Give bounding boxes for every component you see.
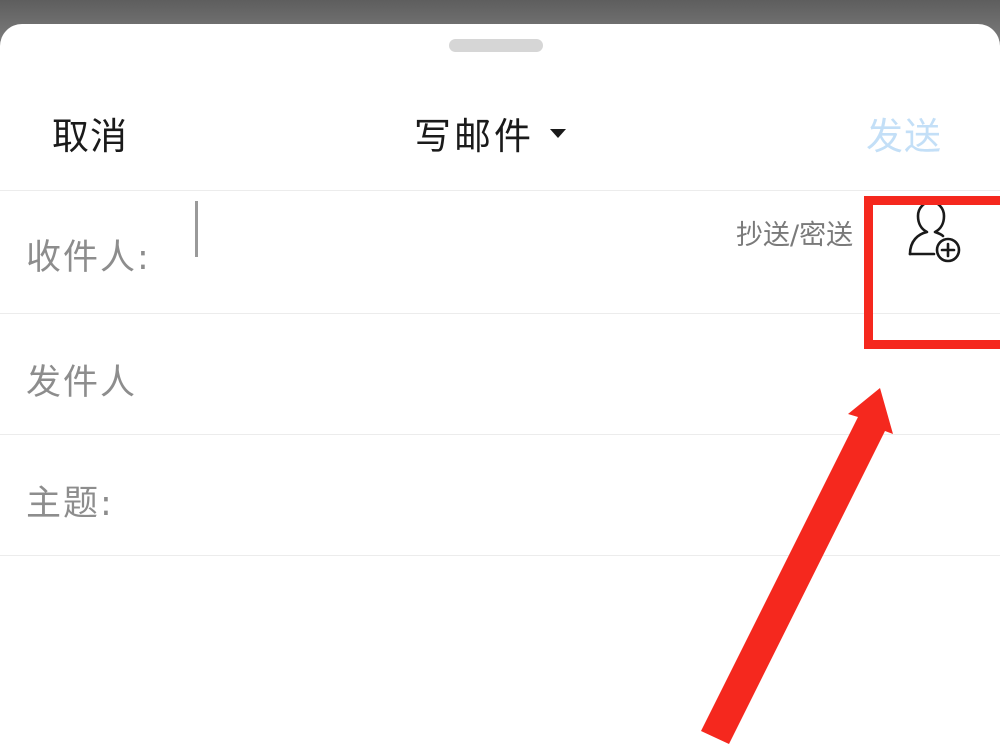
- compose-title-dropdown[interactable]: 写邮件: [414, 106, 566, 160]
- add-contact-button[interactable]: [896, 196, 972, 272]
- compose-title: 写邮件: [414, 115, 534, 158]
- send-button[interactable]: 发送: [866, 106, 942, 160]
- divider-header: [0, 190, 1000, 191]
- divider-recipient: [0, 313, 1000, 314]
- sheet-grabber[interactable]: [449, 39, 543, 52]
- sender-label: 发件人: [26, 363, 138, 403]
- recipient-input[interactable]: [205, 195, 709, 263]
- subject-input[interactable]: [140, 440, 944, 508]
- message-body[interactable]: [0, 533, 1000, 726]
- recipient-label: 收件人:: [26, 238, 151, 278]
- divider-sender: [0, 434, 1000, 435]
- cc-bcc-button[interactable]: 抄送/密送: [736, 213, 866, 252]
- caret-down-icon: [550, 128, 566, 138]
- sender-field[interactable]: [170, 318, 774, 386]
- person-plus-icon: [908, 200, 961, 263]
- subject-label: 主题:: [26, 484, 114, 524]
- cancel-button[interactable]: 取消: [52, 106, 128, 160]
- text-cursor: [195, 201, 198, 257]
